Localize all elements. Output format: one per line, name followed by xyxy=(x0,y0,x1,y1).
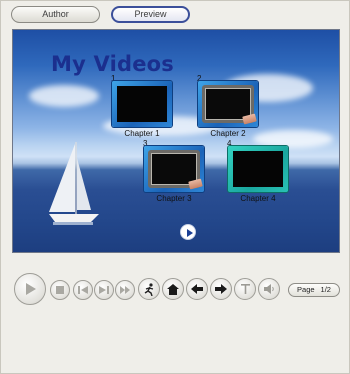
preview-mode-button[interactable]: Preview xyxy=(111,6,190,23)
chapter-label: Chapter 4 xyxy=(240,194,276,203)
chapter-thumbnail[interactable]: 1 Chapter 1 xyxy=(111,74,172,138)
previous-chapter-button[interactable] xyxy=(73,280,93,300)
chapter-thumbnail[interactable]: 4 Chapter 4 xyxy=(227,139,288,203)
speaker-icon xyxy=(263,284,274,294)
next-chapter-button[interactable] xyxy=(94,280,114,300)
chapter-label: Chapter 1 xyxy=(124,129,160,138)
chapter-screen xyxy=(233,151,283,187)
exit-button[interactable] xyxy=(138,278,160,300)
chapter-screen xyxy=(117,86,167,122)
menu-title: My Videos xyxy=(51,52,174,76)
forward-arrow-button[interactable] xyxy=(210,278,232,300)
cloud-decoration xyxy=(29,85,99,107)
fast-forward-icon xyxy=(120,286,130,294)
menu-home-button[interactable] xyxy=(162,278,184,300)
page-label: Page xyxy=(297,285,315,294)
author-mode-button[interactable]: Author xyxy=(11,6,100,23)
sailboat-image xyxy=(49,142,99,225)
stop-button[interactable] xyxy=(50,280,70,300)
page-value: 1/2 xyxy=(320,285,331,294)
dvd-menu-preview-window: Author Preview My Videos 1 Chapter 1 2 C… xyxy=(0,0,350,374)
skip-forward-icon xyxy=(99,286,109,294)
arrow-left-icon xyxy=(191,284,203,294)
title-button[interactable] xyxy=(234,278,256,300)
back-arrow-button[interactable] xyxy=(186,278,208,300)
audio-button[interactable] xyxy=(258,278,280,300)
play-circle-icon[interactable] xyxy=(180,224,196,240)
chapter-thumbnail[interactable]: 3 Chapter 3 xyxy=(143,139,204,203)
skip-back-icon xyxy=(78,286,88,294)
arrow-right-icon xyxy=(215,284,227,294)
chapter-label: Chapter 3 xyxy=(156,194,192,203)
chapter-thumbnail[interactable]: 2 Chapter 2 xyxy=(197,74,258,138)
stop-icon xyxy=(56,286,64,294)
fast-forward-button[interactable] xyxy=(115,280,135,300)
play-button[interactable] xyxy=(14,273,46,305)
play-icon xyxy=(26,283,36,295)
running-man-icon xyxy=(144,282,153,296)
chapter-label: Chapter 2 xyxy=(210,129,246,138)
home-icon xyxy=(167,283,179,295)
page-indicator: Page 1/2 xyxy=(288,283,340,297)
menu-preview-stage: My Videos 1 Chapter 1 2 Chapter 2 3 Chap… xyxy=(12,29,340,253)
title-t-icon xyxy=(240,284,250,294)
